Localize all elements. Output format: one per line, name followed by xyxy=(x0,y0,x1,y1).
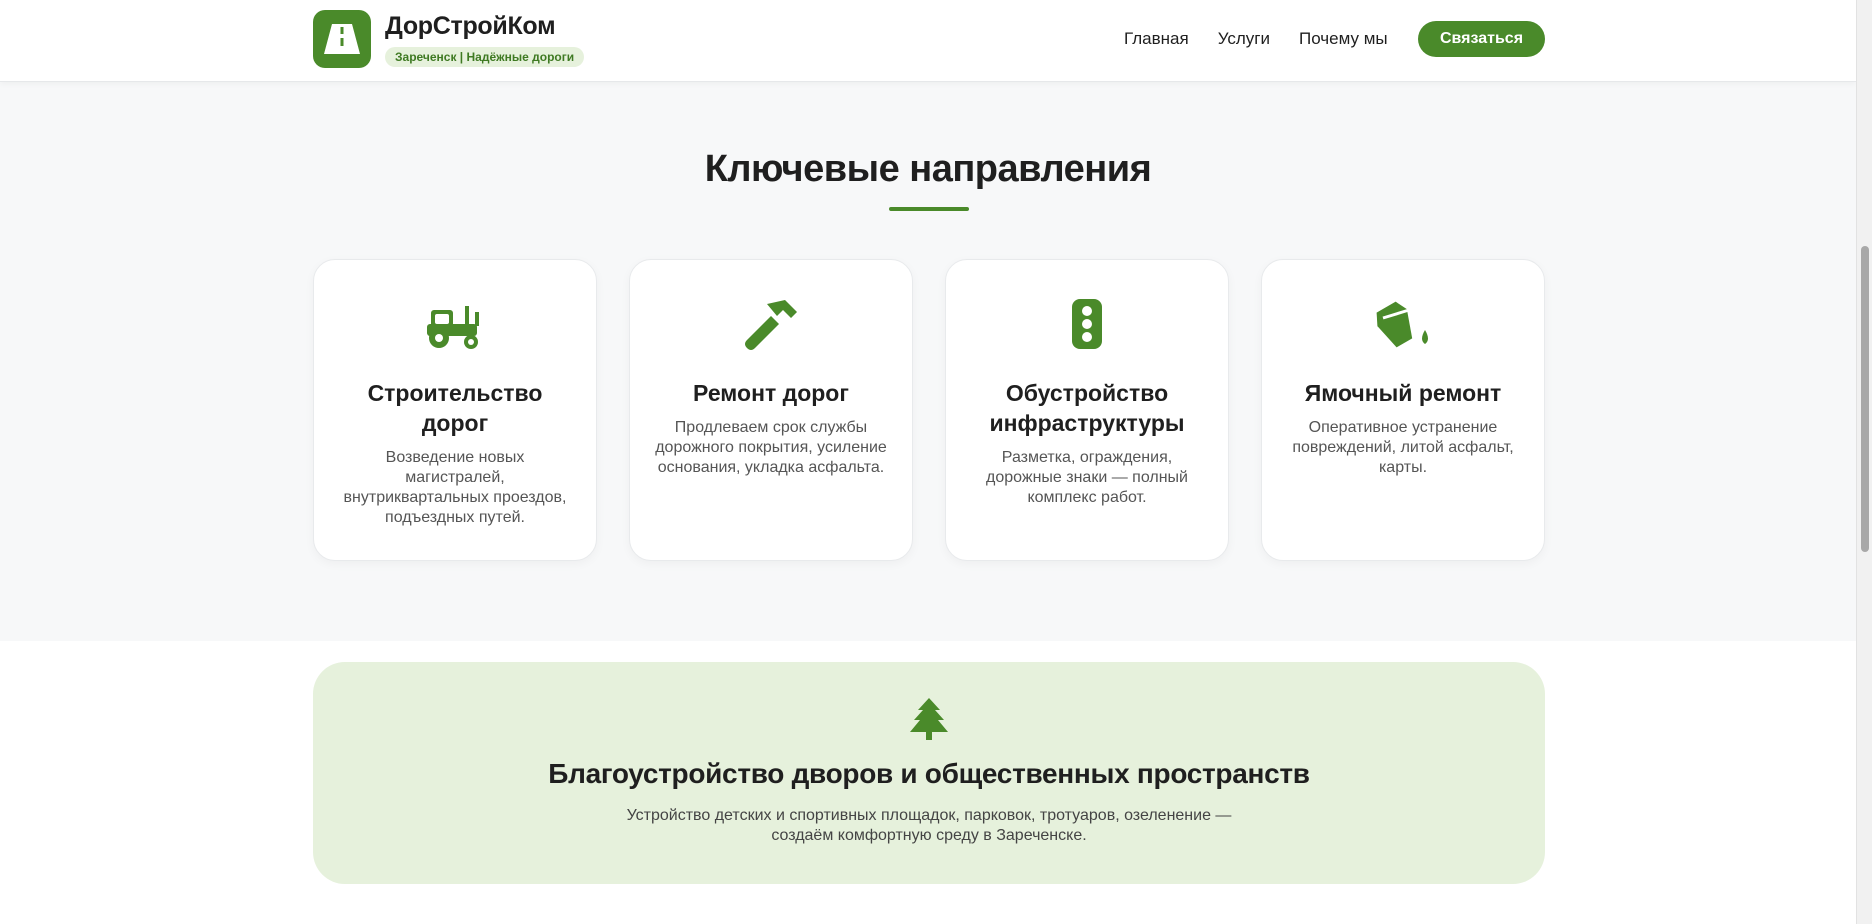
card-title: Строительство дорог xyxy=(367,380,543,436)
banner-title: Благоустройство дворов и общественных пр… xyxy=(548,758,1310,789)
card-text: Разметка, ограждения, дорожные знаки — п… xyxy=(986,449,1188,506)
nav-link-why-us[interactable]: Почему мы xyxy=(1299,22,1388,56)
hammer-icon xyxy=(630,296,912,356)
landscaping-banner: Благоустройство дворов и общественных пр… xyxy=(313,662,1545,884)
brand-badge: Зареченск | Надёжные дороги xyxy=(385,47,585,67)
tractor-icon xyxy=(314,296,596,356)
card-text: Возведение новых магистралей, внутриквар… xyxy=(343,449,567,526)
brand-name[interactable]: ДорСтройКом xyxy=(385,12,584,41)
contact-button[interactable]: Связаться xyxy=(1418,21,1545,57)
road-logo-icon[interactable] xyxy=(313,10,371,68)
main-nav: Главная Услуги Почему мы xyxy=(1124,22,1417,56)
brand: ДорСтройКом Зареченск | Надёжные дороги xyxy=(385,12,585,67)
page-scrollbar[interactable] xyxy=(1856,0,1872,924)
section-title: Ключевые направления xyxy=(704,148,1152,190)
nav-link-home[interactable]: Главная xyxy=(1124,22,1189,56)
card-text: Продлеваем срок службы дорожного покрыти… xyxy=(655,419,887,476)
service-card-infrastructure: Обустройство инфраструктуры Разметка, ог… xyxy=(945,259,1229,561)
service-card-pothole: Ямочный ремонт Оперативное устранение по… xyxy=(1261,259,1545,561)
site-header: ДорСтройКом Зареченск | Надёжные дороги … xyxy=(0,0,1856,82)
banner-text: Устройство детских и спортивных площадок… xyxy=(313,806,1545,846)
card-title: Обустройство инфраструктуры xyxy=(989,380,1185,436)
service-card-repair: Ремонт дорог Продлеваем срок службы доро… xyxy=(629,259,913,561)
card-title: Ямочный ремонт xyxy=(1304,380,1502,406)
banner-text-content: Устройство детских и спортивных площадок… xyxy=(626,807,1232,844)
tree-icon xyxy=(313,698,1545,742)
card-text: Оперативное устранение повреждений, лито… xyxy=(1292,419,1514,476)
traffic-light-icon xyxy=(946,296,1228,356)
service-card-construction: Строительство дорог Возведение новых маг… xyxy=(313,259,597,561)
card-title: Ремонт дорог xyxy=(693,380,849,406)
scrollbar-thumb[interactable] xyxy=(1861,246,1869,552)
paint-bucket-icon xyxy=(1262,296,1544,356)
nav-link-services[interactable]: Услуги xyxy=(1218,22,1270,56)
title-underline xyxy=(889,207,969,211)
